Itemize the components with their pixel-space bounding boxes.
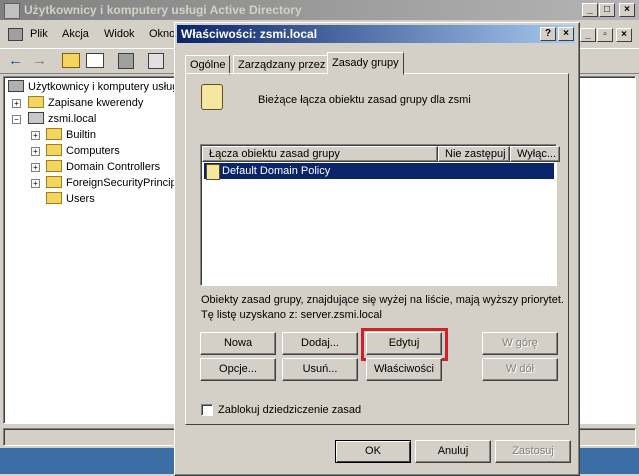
menu-item-plik[interactable]: Plik bbox=[30, 28, 48, 40]
minimize-button[interactable]: _ bbox=[582, 3, 598, 17]
main-titlebar: Użytkownicy i komputery usługi Active Di… bbox=[0, 0, 639, 20]
ok-button[interactable]: OK bbox=[335, 440, 411, 463]
back-arrow-icon[interactable]: ← bbox=[8, 52, 23, 69]
app-icon bbox=[4, 3, 20, 19]
domain-icon bbox=[28, 112, 44, 125]
block-inheritance-label: Zablokuj dziedziczenie zasad bbox=[218, 404, 362, 416]
forward-arrow-icon[interactable]: → bbox=[32, 52, 47, 69]
header-text: Bieżące łącza obiektu zasad grupy dla zs… bbox=[258, 94, 471, 106]
properties-button[interactable]: Właściwości bbox=[366, 358, 442, 381]
apply-button[interactable]: Zastosuj bbox=[495, 440, 571, 463]
tab-general[interactable]: Ogólne bbox=[185, 55, 231, 75]
column-header-disabled[interactable]: Wyłąc... bbox=[510, 146, 560, 162]
policy-scroll-icon bbox=[201, 84, 223, 110]
new-button[interactable]: Nowa bbox=[200, 332, 276, 355]
up-folder-icon[interactable] bbox=[62, 53, 80, 68]
folder-icon bbox=[28, 96, 44, 109]
info-priority: Obiekty zasad grupy, znajdujące się wyże… bbox=[201, 294, 564, 306]
dialog-titlebar: Właściwości: zsmi.local ? × bbox=[177, 25, 575, 43]
tree-item-domain-controllers[interactable]: Domain Controllers bbox=[46, 159, 160, 175]
expand-icon[interactable]: + bbox=[31, 147, 40, 156]
ou-folder-icon bbox=[46, 160, 62, 173]
block-inheritance-checkbox[interactable] bbox=[201, 404, 213, 416]
properties-dialog: Właściwości: zsmi.local ? × Ogólne Zarzą… bbox=[174, 22, 580, 476]
expand-icon[interactable]: + bbox=[31, 179, 40, 188]
child-minimize-button[interactable]: _ bbox=[580, 28, 596, 42]
tree-item-saved-queries[interactable]: Zapisane kwerendy bbox=[28, 95, 143, 111]
info-source: Tę listę uzyskano z: server.zsmi.local bbox=[201, 309, 382, 321]
help-button[interactable]: ? bbox=[540, 27, 556, 41]
tab-panel: Bieżące łącza obiektu zasad grupy dla zs… bbox=[185, 73, 569, 425]
move-down-button[interactable]: W dół bbox=[482, 358, 558, 381]
move-up-button[interactable]: W górę bbox=[482, 332, 558, 355]
folder-icon bbox=[46, 176, 62, 189]
cancel-button[interactable]: Anuluj bbox=[415, 440, 491, 463]
column-header-name[interactable]: Łącza obiektu zasad grupy bbox=[202, 146, 438, 162]
column-header-no-override[interactable]: Nie zastępuj bbox=[438, 146, 510, 162]
collapse-icon[interactable]: − bbox=[12, 115, 21, 124]
menu-item-okno[interactable]: Okno bbox=[149, 28, 175, 40]
tree-item-computers[interactable]: Computers bbox=[46, 143, 120, 159]
folder-icon bbox=[46, 192, 62, 205]
tab-group-policy[interactable]: Zasady grupy bbox=[327, 52, 404, 75]
expand-icon[interactable]: + bbox=[31, 163, 40, 172]
tree-item-domain[interactable]: zsmi.local bbox=[28, 111, 96, 127]
child-restore-button[interactable]: ▫ bbox=[597, 28, 613, 42]
tree-pane: Użytkownicy i komputery usług + Zapisane… bbox=[3, 76, 185, 424]
child-close-button[interactable]: × bbox=[616, 28, 632, 42]
add-button[interactable]: Dodaj... bbox=[282, 332, 358, 355]
tree-root[interactable]: Użytkownicy i komputery usług bbox=[8, 79, 178, 95]
show-tree-icon[interactable] bbox=[86, 53, 104, 68]
list-item[interactable]: Default Domain Policy bbox=[204, 163, 554, 180]
delete-button[interactable]: Usuń... bbox=[282, 358, 358, 381]
gpo-icon bbox=[206, 164, 220, 180]
edit-highlight-box bbox=[361, 328, 448, 361]
book-icon bbox=[8, 80, 24, 93]
close-button[interactable]: × bbox=[619, 3, 635, 17]
menu-item-akcja[interactable]: Akcja bbox=[62, 28, 89, 40]
tree-item-builtin[interactable]: Builtin bbox=[46, 127, 96, 143]
dialog-close-button[interactable]: × bbox=[558, 27, 574, 41]
menu-item-widok[interactable]: Widok bbox=[104, 28, 135, 40]
tree-item-users[interactable]: Users bbox=[46, 191, 95, 207]
folder-icon bbox=[46, 144, 62, 157]
folder-icon bbox=[46, 128, 62, 141]
expand-icon[interactable]: + bbox=[31, 131, 40, 140]
properties-icon[interactable] bbox=[148, 53, 164, 69]
dialog-title: Właściwości: zsmi.local bbox=[181, 27, 318, 41]
mmc-icon bbox=[8, 28, 23, 41]
gpo-list[interactable]: Łącza obiektu zasad grupy Nie zastępuj W… bbox=[200, 144, 560, 286]
clipboard-icon[interactable] bbox=[118, 53, 134, 69]
maximize-button[interactable]: □ bbox=[599, 3, 615, 17]
options-button[interactable]: Opcje... bbox=[200, 358, 276, 381]
expand-icon[interactable]: + bbox=[12, 99, 21, 108]
tree-item-foreign-security[interactable]: ForeignSecurityPrincipa bbox=[46, 175, 183, 191]
main-title: Użytkownicy i komputery usługi Active Di… bbox=[24, 3, 302, 17]
tab-managed-by[interactable]: Zarządzany przez bbox=[233, 55, 331, 75]
